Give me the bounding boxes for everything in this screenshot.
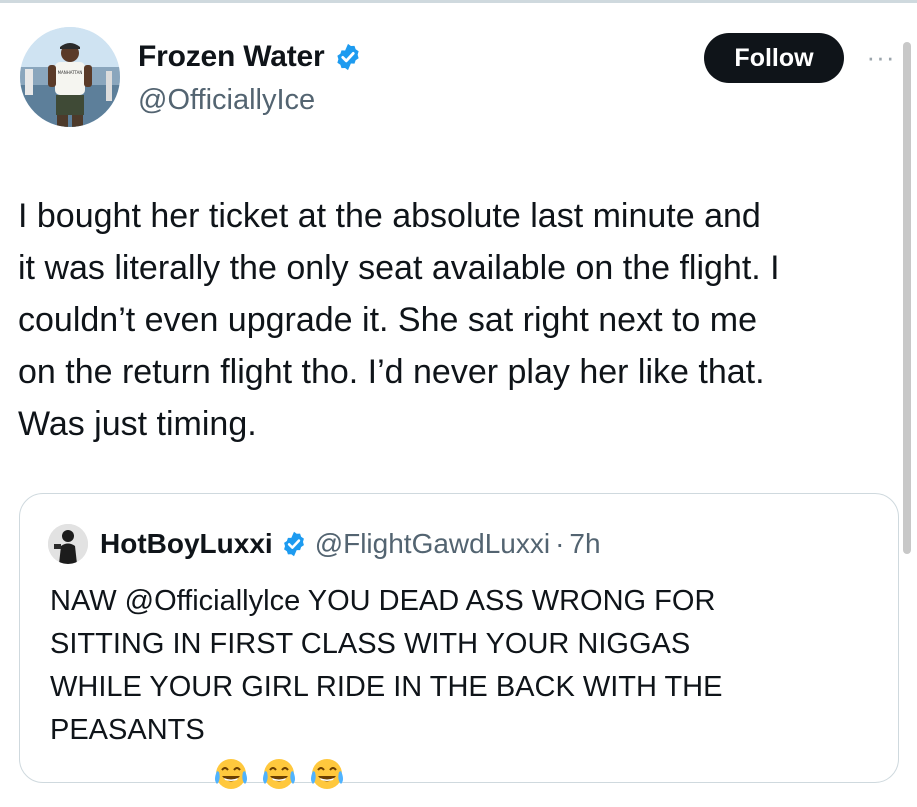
quoted-display-name[interactable]: HotBoyLuxxi [100,528,273,560]
tears-of-joy-emoji-icon [307,711,347,790]
quoted-tweet[interactable]: HotBoyLuxxi @FlightGawdLuxxi · 7h NAW @O… [19,493,899,790]
tears-of-joy-emoji-icon [259,711,299,790]
quoted-verified-badge-icon [280,530,308,558]
avatar-shirt-text: MANHATTAN [58,70,83,75]
tears-of-joy-emoji-icon [211,711,251,790]
quoted-tweet-text-block: NAW @Officiallylce YOU DEAD ASS WRONG FO… [50,580,840,790]
verified-badge-icon [333,42,363,72]
quoted-handle[interactable]: @FlightGawdLuxxi [315,528,550,560]
quoted-tweet-text: NAW @Officiallylce YOU DEAD ASS WRONG FO… [50,585,723,746]
author-avatar[interactable]: MANHATTAN [20,27,120,127]
scrollbar[interactable] [903,42,911,554]
quoted-tweet-header: HotBoyLuxxi @FlightGawdLuxxi · 7h [48,524,601,564]
tweet-text: I bought her ticket at the absolute last… [18,197,780,443]
more-options-icon[interactable]: ··· [864,42,898,72]
emoji-row [211,711,355,790]
quoted-author-avatar[interactable] [48,524,88,564]
quoted-timestamp[interactable]: 7h [569,528,600,560]
quoted-separator: · [555,528,565,559]
author-name-row: Frozen Water [138,40,363,74]
follow-button[interactable]: Follow [704,33,844,83]
author-handle[interactable]: @OfficiallyIce [138,84,315,117]
top-divider [0,0,917,3]
author-display-name[interactable]: Frozen Water [138,40,325,74]
